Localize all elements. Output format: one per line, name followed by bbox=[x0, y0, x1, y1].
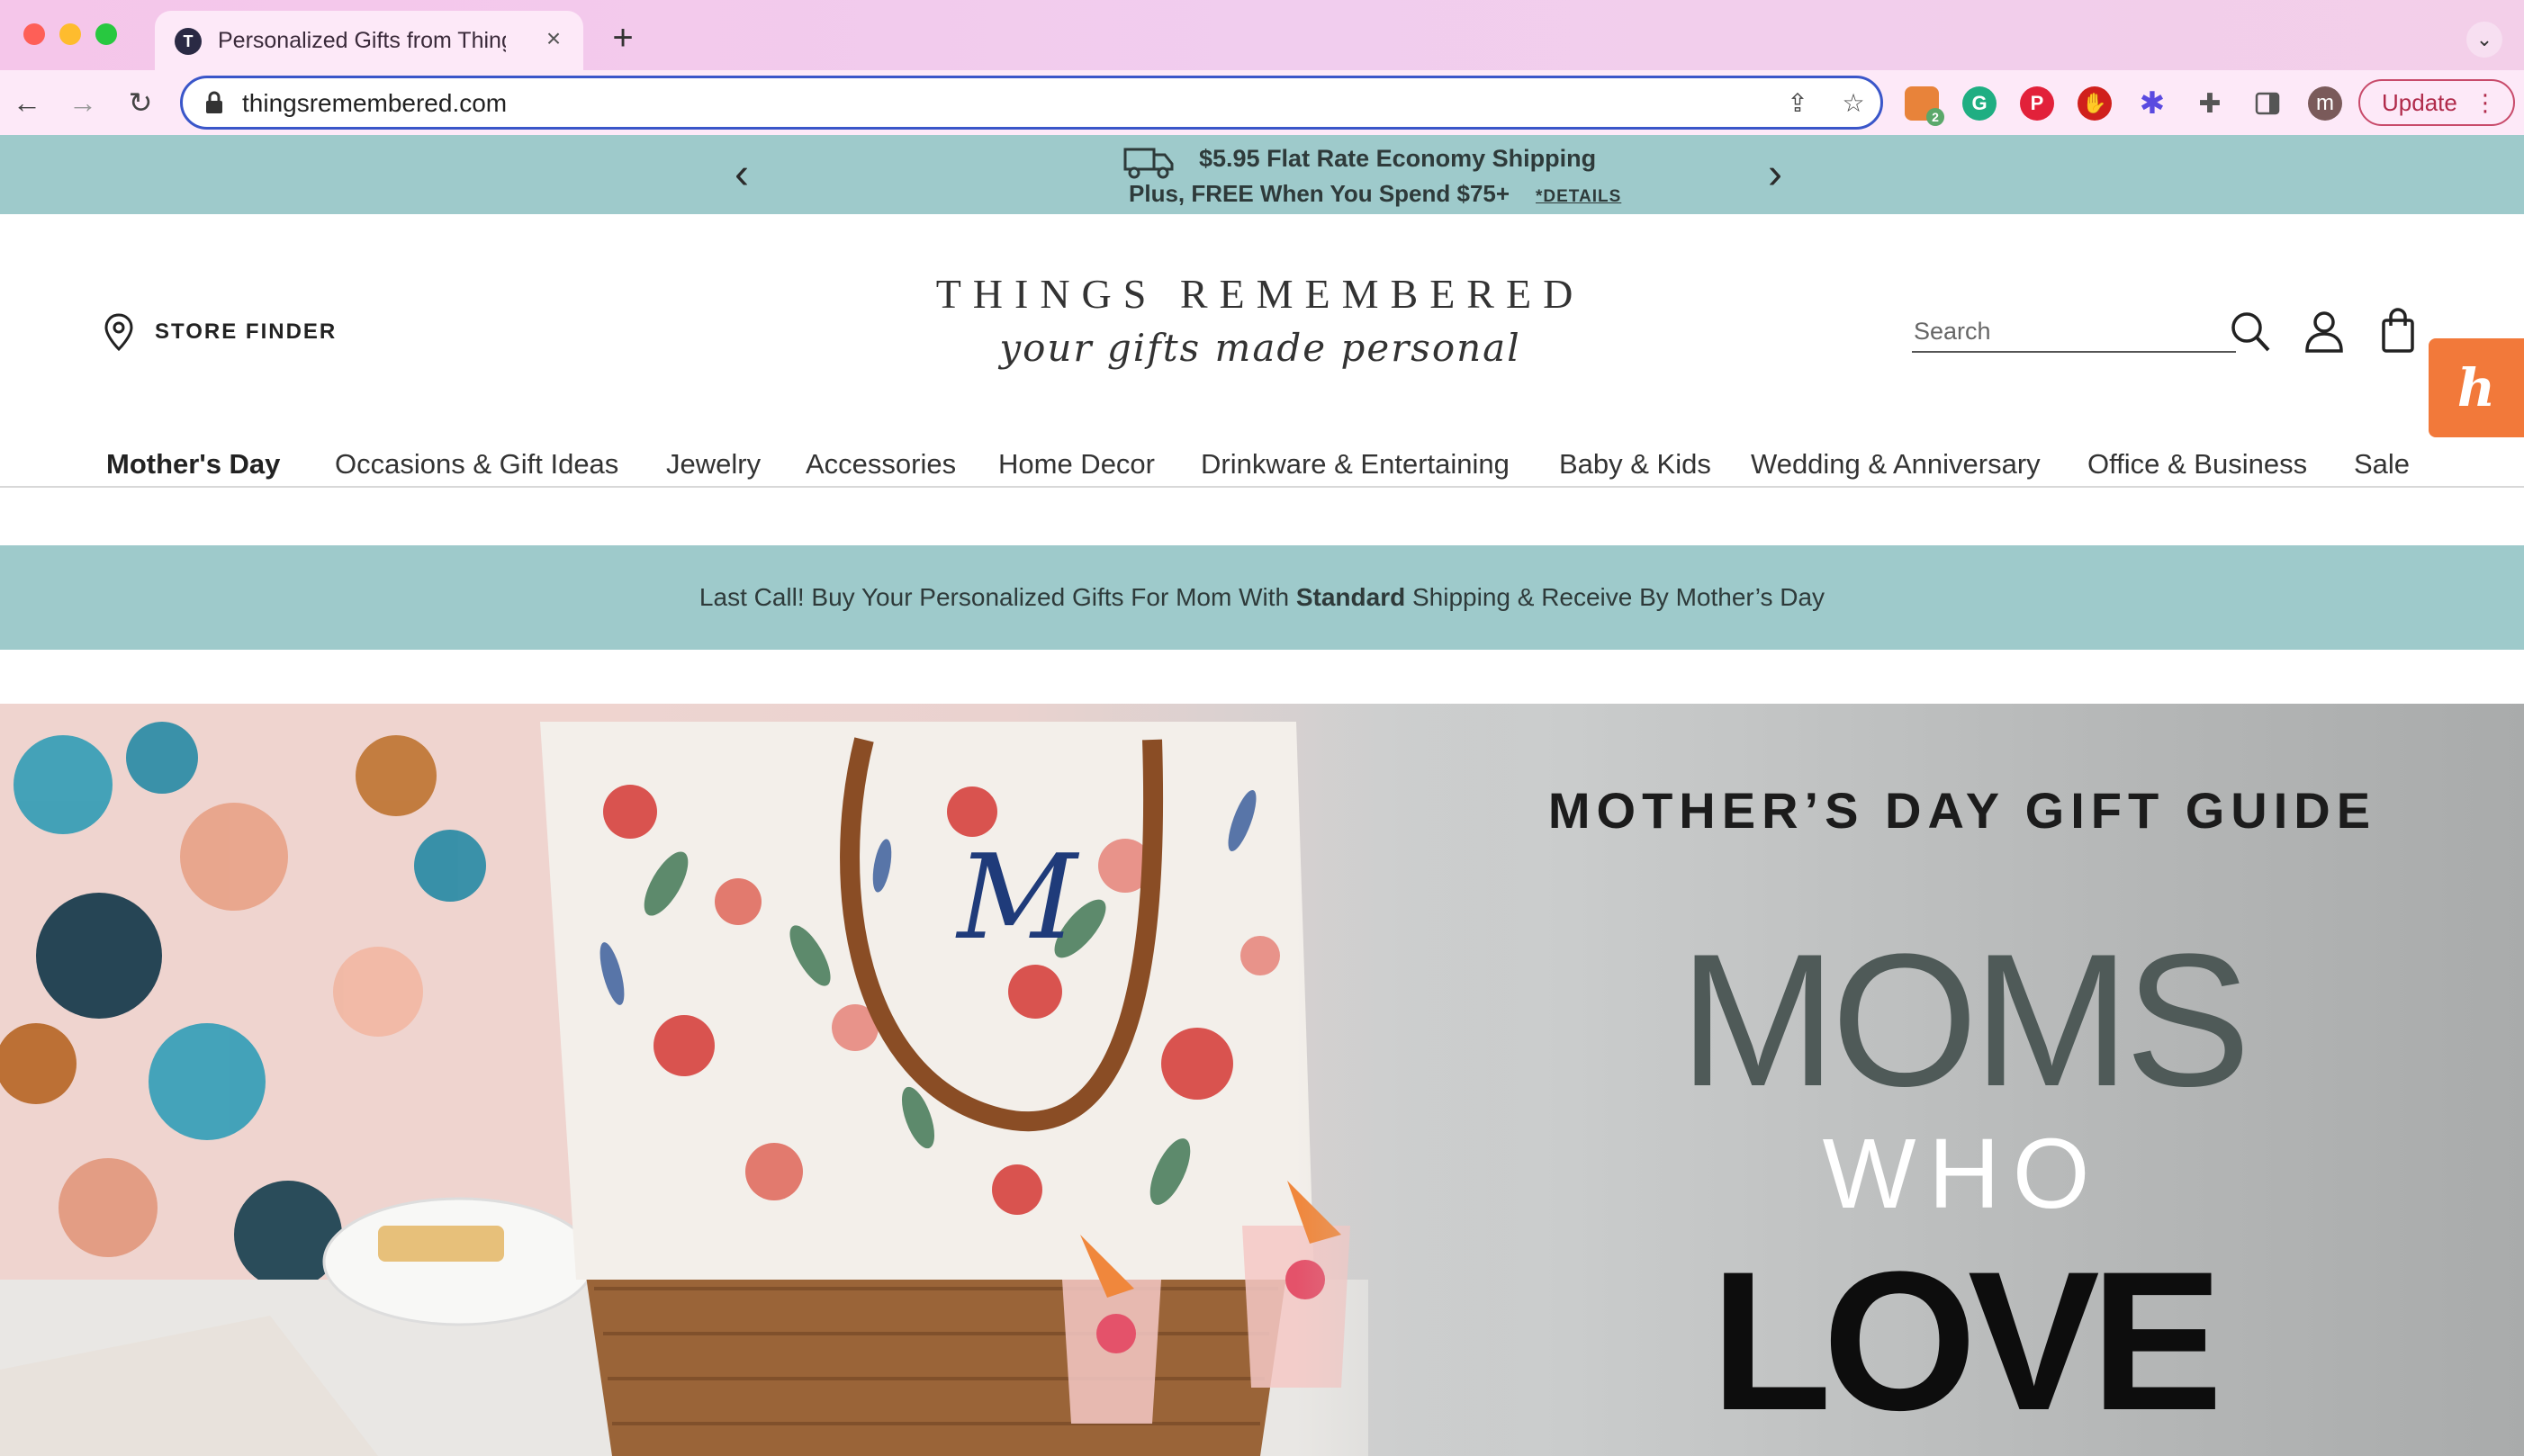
tab-favicon-icon: T bbox=[175, 28, 202, 55]
honey-icon[interactable]: h bbox=[2429, 338, 2524, 437]
pinterest-icon[interactable]: P bbox=[2020, 86, 2054, 121]
address-bar[interactable]: thingsremembered.com ⇪ ☆ bbox=[180, 76, 1883, 130]
bag-icon[interactable] bbox=[2376, 308, 2420, 355]
account-icon[interactable] bbox=[2303, 308, 2346, 355]
close-window-button[interactable] bbox=[23, 23, 45, 45]
announcement-text-start: Last Call! Buy Your Personalized Gifts F… bbox=[699, 583, 1296, 611]
nav-item-home-decor[interactable]: Home Decor bbox=[998, 445, 1155, 484]
zoom-window-button[interactable] bbox=[95, 23, 117, 45]
hero-guide-title: MOTHER’S DAY GIFT GUIDE bbox=[1547, 782, 2377, 839]
promo-subline: Plus, FREE When You Spend $75+ bbox=[1129, 180, 1510, 207]
forward-icon[interactable]: → bbox=[63, 83, 103, 122]
update-button[interactable]: Update ⋮ bbox=[2358, 79, 2515, 126]
hero-monogram: M bbox=[955, 829, 1079, 966]
nav-item-sale[interactable]: Sale bbox=[2354, 445, 2410, 484]
nav-item-office[interactable]: Office & Business bbox=[2087, 445, 2307, 484]
close-tab-icon[interactable]: × bbox=[538, 23, 569, 54]
tab-title: Personalized Gifts from Things Remembere… bbox=[218, 28, 506, 53]
profile-avatar[interactable]: m bbox=[2308, 86, 2342, 121]
sidebar-icon[interactable] bbox=[2250, 86, 2285, 121]
search-input[interactable] bbox=[1912, 311, 2236, 353]
snowflake-extension-icon[interactable]: ✱ bbox=[2135, 86, 2169, 121]
nav-item-jewelry[interactable]: Jewelry bbox=[666, 445, 761, 484]
adblock-icon[interactable]: ✋ bbox=[2078, 86, 2112, 121]
nav-item-mothers-day[interactable]: Mother's Day bbox=[106, 445, 280, 484]
hero-headline-who: WHO bbox=[1822, 1119, 2103, 1229]
new-tab-button[interactable]: + bbox=[601, 18, 645, 61]
back-icon[interactable]: ← bbox=[7, 83, 47, 122]
promo-prev-icon[interactable]: ‹ bbox=[722, 149, 762, 200]
share-icon[interactable]: ⇪ bbox=[1781, 87, 1814, 120]
grammarly-icon[interactable]: G bbox=[1962, 86, 1997, 121]
lock-icon bbox=[206, 91, 222, 113]
hero-tote-bag-image: M bbox=[0, 704, 1368, 1456]
announcement-text-end: Shipping & Receive By Mother’s Day bbox=[1405, 583, 1825, 611]
hero-headline-moms: MOMS bbox=[1679, 914, 2250, 1126]
store-finder-label: STORE FINDER bbox=[155, 319, 338, 344]
truck-icon bbox=[1123, 148, 1174, 179]
browser-tab[interactable]: T Personalized Gifts from Things Remembe… bbox=[155, 11, 583, 70]
browser-tab-bar: T Personalized Gifts from Things Remembe… bbox=[0, 0, 2524, 70]
url-text[interactable]: thingsremembered.com bbox=[242, 87, 507, 120]
reload-icon[interactable]: ↻ bbox=[121, 83, 160, 122]
brand-logo[interactable]: THINGS REMEMBERED bbox=[909, 270, 1611, 328]
extensions-icon[interactable]: ✚ bbox=[2193, 86, 2227, 121]
store-finder-link[interactable]: STORE FINDER bbox=[103, 311, 337, 353]
minimize-window-button[interactable] bbox=[59, 23, 81, 45]
nav-item-accessories[interactable]: Accessories bbox=[806, 445, 956, 484]
promo-headline: $5.95 Flat Rate Economy Shipping bbox=[1199, 145, 1597, 172]
main-navigation: Mother's Day Occasions & Gift Ideas Jewe… bbox=[0, 443, 2524, 488]
promo-details-link[interactable]: *DETAILS bbox=[1536, 185, 1621, 209]
tab-search-chevron-icon[interactable]: ⌄ bbox=[2466, 22, 2502, 58]
nav-item-occasions[interactable]: Occasions & Gift Ideas bbox=[335, 445, 618, 484]
nav-item-wedding[interactable]: Wedding & Anniversary bbox=[1751, 445, 2041, 484]
brand-tagline: your gifts made personal bbox=[999, 326, 1521, 370]
shipping-promo-bar: ‹ $5.95 Flat Rate Economy Shipping Plus,… bbox=[0, 135, 2524, 214]
update-label: Update bbox=[2382, 89, 2457, 116]
browser-toolbar: ← → ↻ thingsremembered.com ⇪ ☆ 2 G P ✋ ✱… bbox=[0, 70, 2524, 135]
extension-honey-small-icon[interactable]: 2 bbox=[1905, 86, 1944, 126]
pin-icon bbox=[104, 313, 133, 352]
nav-item-drinkware[interactable]: Drinkware & Entertaining bbox=[1201, 445, 1510, 484]
search-icon[interactable] bbox=[2229, 308, 2272, 355]
star-icon[interactable]: ☆ bbox=[1837, 87, 1870, 120]
shipping-announcement[interactable]: Last Call! Buy Your Personalized Gifts F… bbox=[0, 545, 2524, 650]
promo-next-icon[interactable]: › bbox=[1755, 149, 1795, 200]
hero-headline-love: LOVE bbox=[1710, 1230, 2223, 1452]
extension-badge: 2 bbox=[1926, 108, 1944, 126]
announcement-emphasis: Standard bbox=[1295, 583, 1406, 611]
more-menu-icon[interactable]: ⋮ bbox=[2474, 81, 2497, 124]
nav-item-baby-kids[interactable]: Baby & Kids bbox=[1559, 445, 1711, 484]
page: T Personalized Gifts from Things Remembe… bbox=[0, 0, 2524, 1456]
